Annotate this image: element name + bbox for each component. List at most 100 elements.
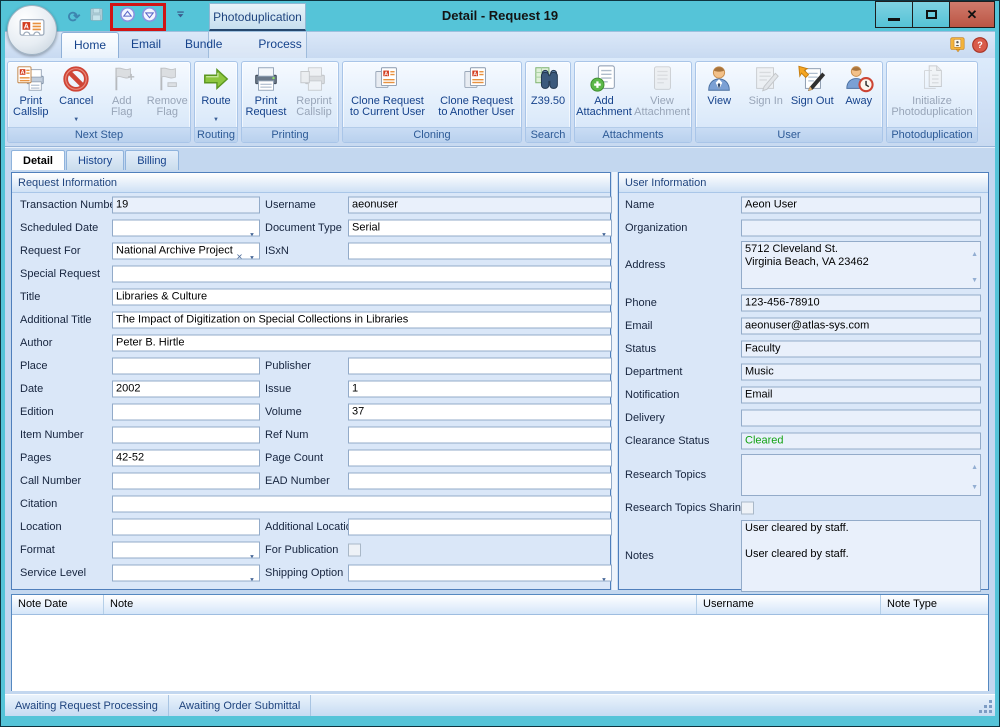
resize-grip-icon[interactable] [979,700,993,714]
scroll-up-icon[interactable] [971,456,978,474]
for-publication-checkbox[interactable] [348,543,361,556]
scroll-down-icon[interactable] [971,269,978,287]
page-count-field[interactable] [348,449,612,466]
dropdown-arrow-icon[interactable] [246,543,258,556]
tab-billing[interactable]: Billing [125,150,178,170]
z3950-icon [533,64,563,94]
away-button[interactable]: Away [836,62,883,127]
dropdown-arrow-icon[interactable] [246,566,258,579]
dropdown-arrow-icon[interactable] [246,244,258,257]
view-button[interactable]: View [696,62,743,127]
sign-out-button[interactable]: Sign Out [789,62,836,127]
add-attachment-button[interactable]: Add Attachment [575,62,633,127]
column-header-note[interactable]: Note [104,595,697,614]
username-field[interactable]: aeonuser [348,196,612,213]
place-field[interactable] [112,357,260,374]
system-alert-icon[interactable] [949,36,967,54]
name-field[interactable]: Aeon User [741,196,981,213]
group-caption: Next Step [75,129,123,141]
panel-splitter[interactable] [611,172,618,590]
notes-field[interactable]: User cleared by staff. User cleared by s… [741,520,981,592]
organization-field[interactable] [741,219,981,236]
location-field[interactable] [112,518,260,535]
clone-request-to-current-user-button[interactable]: AClone Request to Current User [343,62,432,127]
z39-50-button[interactable]: Z39.50 [526,62,570,127]
ref-num-field[interactable] [348,426,612,443]
tab-history[interactable]: History [66,150,124,170]
cancel-label: Cancel [59,96,93,107]
research-topics-field[interactable] [741,454,981,496]
edition-field[interactable] [112,403,260,420]
delivery-label: Delivery [625,412,665,424]
scroll-down-icon[interactable] [971,476,978,494]
tab-home[interactable]: Home [61,32,119,58]
dropdown-arrow-icon[interactable] [598,221,610,234]
scroll-up-icon[interactable] [971,243,978,261]
tab-detail[interactable]: Detail [11,150,65,170]
dropdown-arrow-icon[interactable] [598,566,610,579]
service-level-field[interactable] [112,564,260,581]
department-field[interactable]: Music [741,363,981,380]
ead-number-field[interactable] [348,472,612,489]
delivery-field[interactable] [741,409,981,426]
route-button[interactable]: Route [195,62,237,127]
address-field[interactable]: 5712 Cleveland St. Virginia Beach, VA 23… [741,241,981,289]
isxn-field[interactable] [348,242,612,259]
additional-location-field[interactable] [348,518,612,535]
issue-field[interactable]: 1 [348,380,612,397]
research-topics-sharing-label: Research Topics Sharing [625,502,747,514]
maximize-button[interactable] [912,1,950,28]
notes-table-body[interactable] [12,615,988,691]
request-for-field[interactable]: National Archive Project [112,242,260,259]
print-callslip-label: Print Callslip [13,96,48,118]
dropdown-arrow-icon[interactable] [73,108,79,126]
tab-email[interactable]: Email [119,32,173,58]
column-header-note-type[interactable]: Note Type [881,595,988,614]
cancel-button[interactable]: Cancel [54,62,100,127]
add-attachment-label: Add Attachment [576,96,632,118]
column-header-note-date[interactable]: Note Date [12,595,104,614]
format-field[interactable] [112,541,260,558]
tab-bundle[interactable]: Bundle [173,32,234,58]
sign-out-label: Sign Out [791,96,834,107]
research-topics-sharing-checkbox[interactable] [741,502,754,515]
volume-field[interactable]: 37 [348,403,612,420]
item-number-field[interactable] [112,426,260,443]
pages-field[interactable]: 42-52 [112,449,260,466]
dropdown-arrow-icon[interactable] [213,108,219,126]
contextual-tab-group-label[interactable]: Photoduplication [209,3,306,31]
additional-title-label: Additional Title [20,314,92,326]
shipping-option-field[interactable] [348,564,612,581]
notification-field[interactable]: Email [741,386,981,403]
clearance-status-field[interactable]: Cleared [741,432,981,449]
form-row: Clearance StatusCleared [619,429,988,452]
form-row: Call NumberEAD Number [12,469,610,492]
tab-process[interactable]: Process [246,32,313,58]
application-menu-button[interactable]: A [7,5,57,55]
scheduled-date-field[interactable] [112,219,260,236]
citation-field[interactable] [112,495,612,512]
transaction-number-field[interactable]: 19 [112,196,260,213]
dropdown-arrow-icon[interactable] [246,221,258,234]
call-number-field[interactable] [112,472,260,489]
help-icon[interactable]: ? [971,36,989,54]
phone-field[interactable]: 123-456-78910 [741,294,981,311]
title-field[interactable]: Libraries & Culture [112,288,612,305]
special-request-field[interactable] [112,265,612,282]
clone-request-to-another-user-button[interactable]: AClone Request to Another User [432,62,521,127]
document-type-field[interactable]: Serial [348,219,612,236]
print-request-button[interactable]: Print Request [242,62,290,127]
author-field[interactable]: Peter B. Hirtle [112,334,612,351]
email-field[interactable]: aeonuser@atlas-sys.com [741,317,981,334]
minimize-button[interactable] [875,1,913,28]
date-field[interactable]: 2002 [112,380,260,397]
clear-icon[interactable] [234,244,245,257]
status-field[interactable]: Faculty [741,340,981,357]
additional-title-field[interactable]: The Impact of Digitization on Special Co… [112,311,612,328]
close-button[interactable] [949,1,995,28]
publisher-field[interactable] [348,357,612,374]
group-caption: Attachments [602,129,663,141]
print-callslip-button[interactable]: APrint Callslip [8,62,54,127]
form-row: Research Topics Sharing [619,498,988,518]
column-header-username[interactable]: Username [697,595,881,614]
